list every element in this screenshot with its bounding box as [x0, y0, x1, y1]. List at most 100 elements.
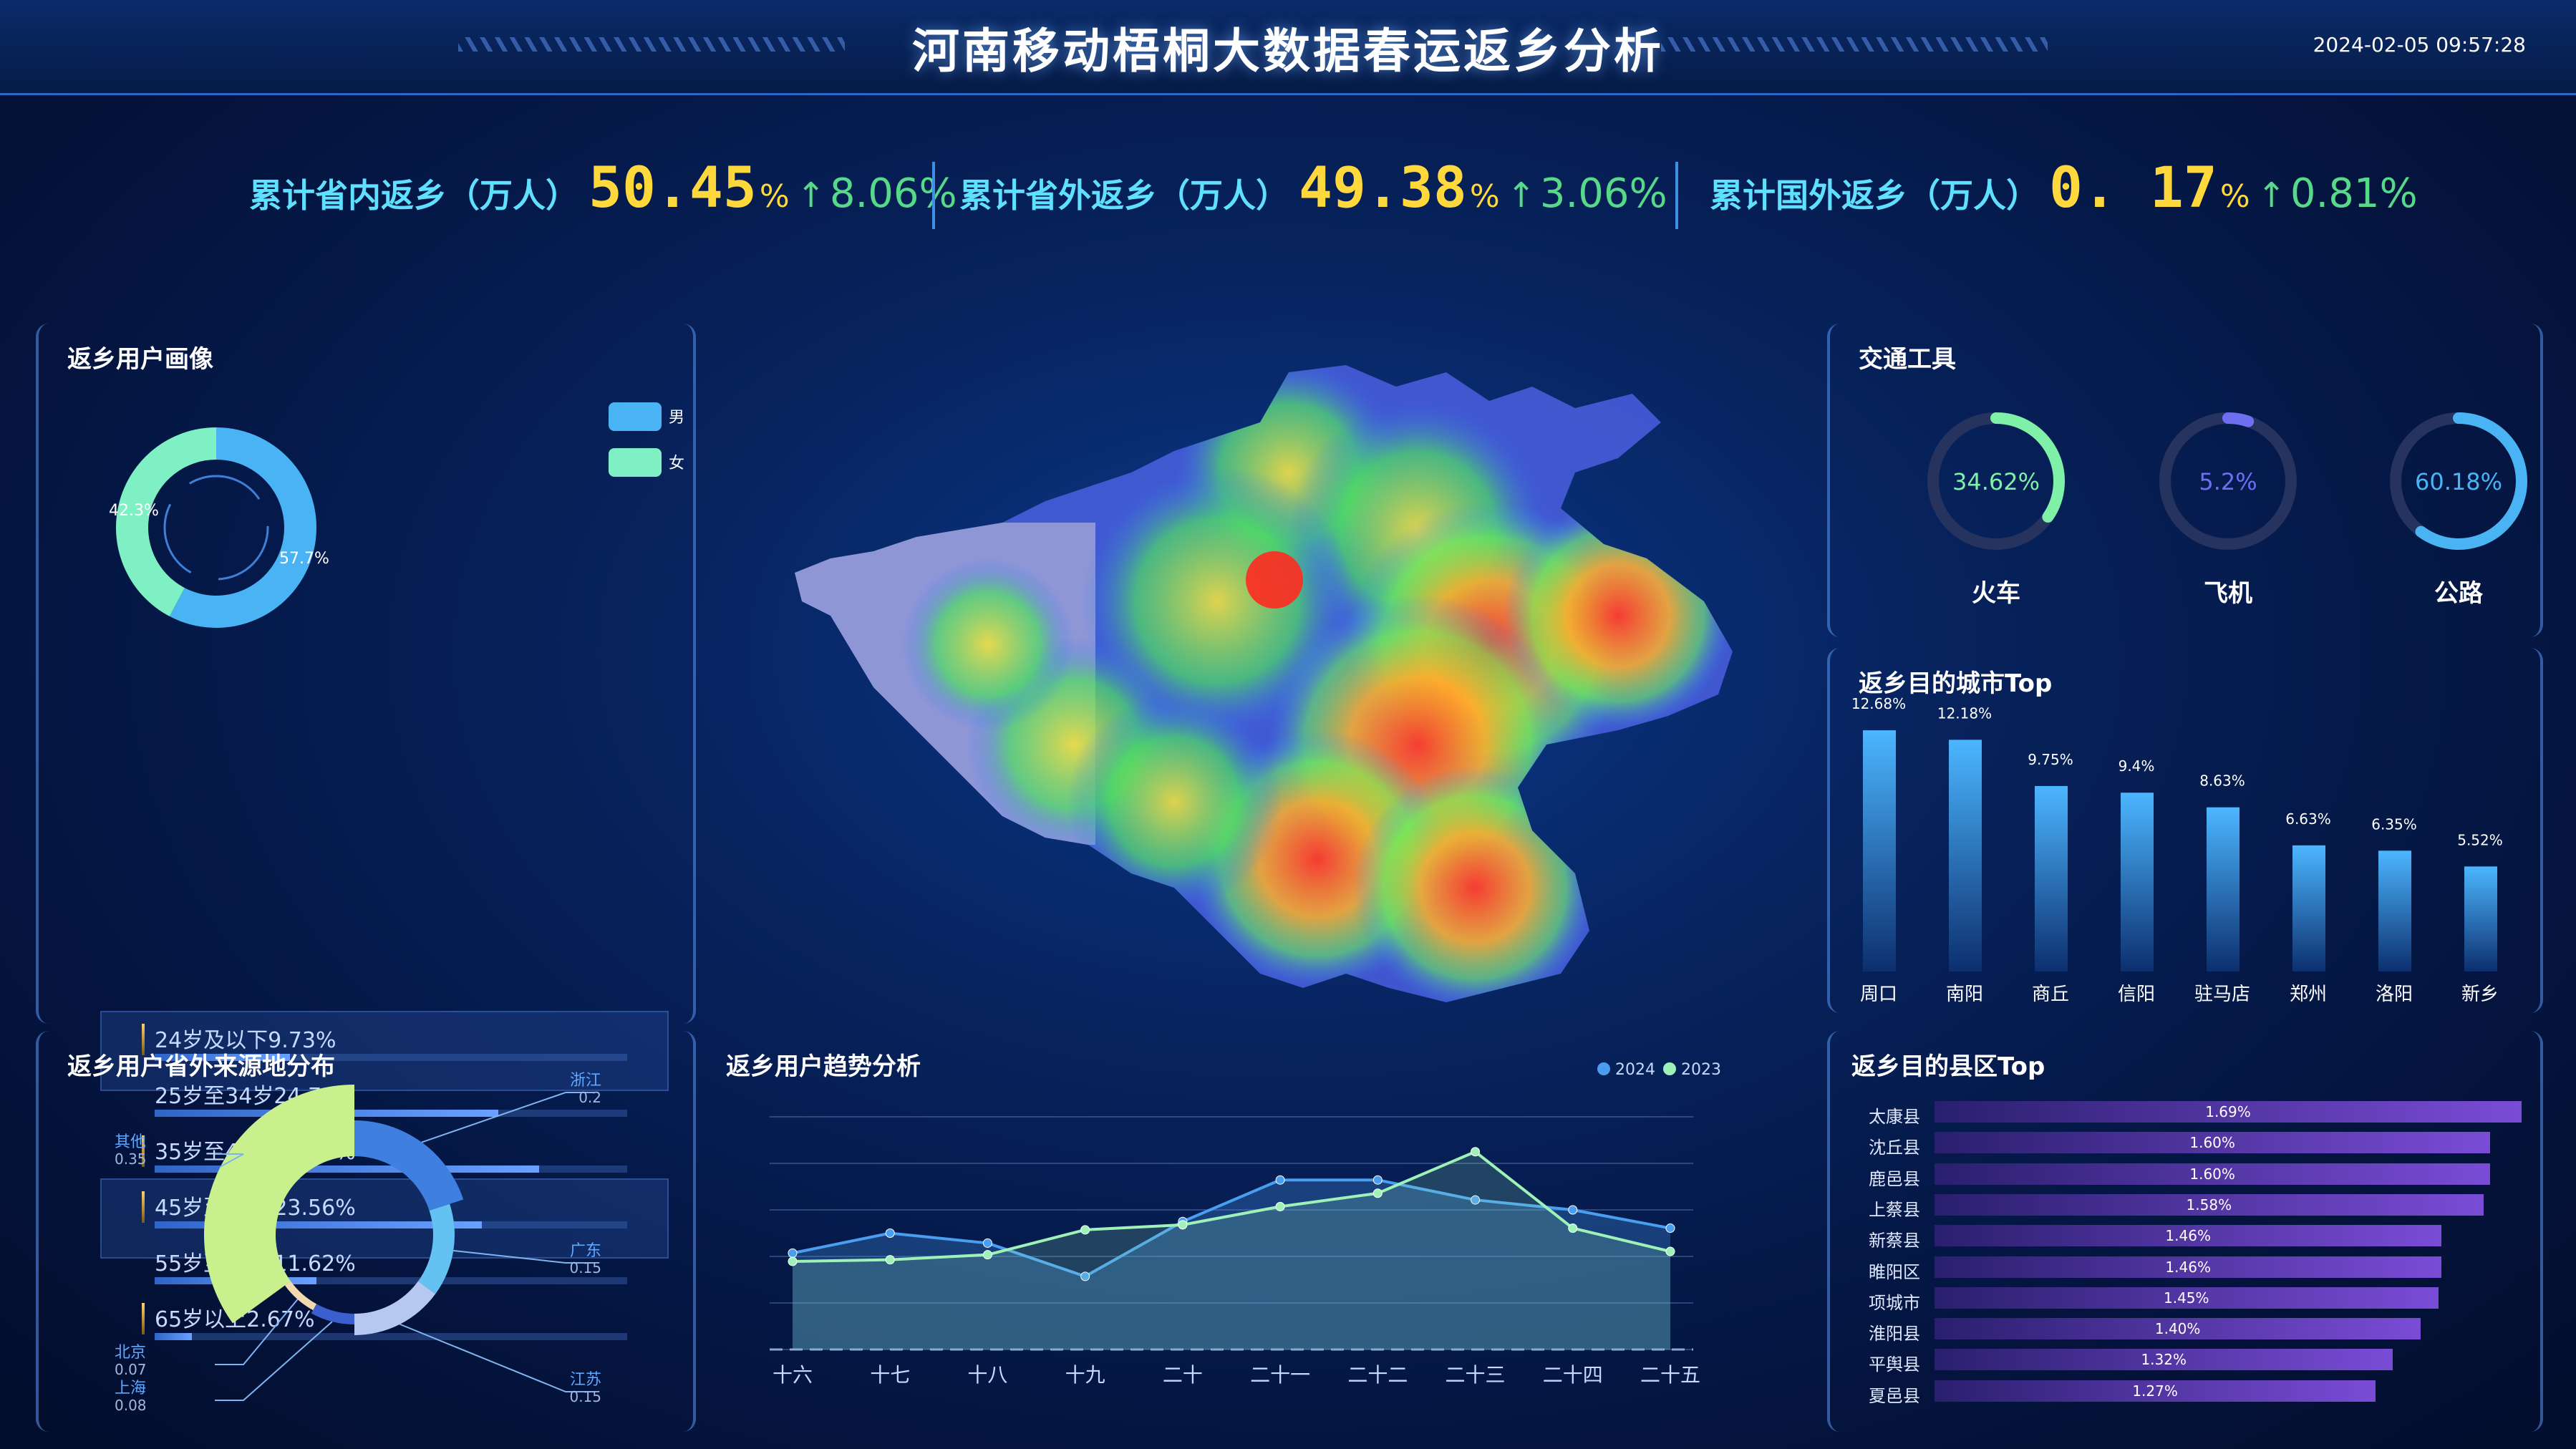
gauge-value: 60.18% [2415, 468, 2502, 495]
legend-dot [1663, 1062, 1676, 1075]
kpi-divider [1675, 162, 1678, 229]
city-value-label: 9.75% [2028, 751, 2073, 768]
arrow-up-icon: ↑ [2257, 175, 2286, 215]
kpi-label: 累计省内返乡（万人） [249, 176, 578, 215]
data-point [1568, 1223, 1578, 1234]
city-value-label: 9.4% [2119, 757, 2155, 775]
source-value: 0.2 [578, 1089, 601, 1106]
x-tick-label: 十九 [1065, 1363, 1105, 1387]
x-tick-label: 二十五 [1640, 1363, 1700, 1387]
gauge-label: 公路 [2434, 579, 2484, 608]
x-tick-label: 二十三 [1446, 1363, 1506, 1387]
x-tick-label: 二十 [1163, 1363, 1203, 1387]
city-value-label: 5.52% [2457, 831, 2503, 848]
data-point [885, 1228, 895, 1238]
city-bar [2292, 845, 2325, 971]
gender-slice [115, 427, 216, 616]
data-point [1372, 1188, 1383, 1198]
data-point [1665, 1246, 1675, 1256]
data-point [982, 1250, 992, 1260]
data-point [1275, 1175, 1285, 1185]
source-value: 0.08 [115, 1397, 147, 1414]
county-row: 沈丘县 1.60% [1869, 1132, 2513, 1158]
kpi-change: 3.06% [1539, 170, 1667, 217]
legend-label: 男 [669, 409, 684, 427]
source-label: 其他 [115, 1133, 146, 1151]
donut-inner-ring [163, 475, 269, 581]
county-row: 淮阳县 1.40% [1869, 1318, 2513, 1344]
data-point [788, 1248, 798, 1258]
county-value-label: 1.45% [2163, 1289, 2209, 1307]
city-name: 新乡 [2461, 984, 2499, 1005]
source-slice [284, 1281, 317, 1311]
legend-label: 女 [669, 455, 684, 472]
legend-swatch [609, 402, 662, 431]
kpi-inter-province: 累计省外返乡（万人） 49.38 % ↑ 3.06% [959, 156, 1667, 235]
county-value-label: 1.60% [2189, 1134, 2235, 1152]
kpi-divider [932, 162, 935, 229]
leader-line [400, 1323, 594, 1392]
gender-donut-chart: 57.7% 42.3% 男女 [109, 402, 684, 628]
source-label: 江苏 [570, 1371, 601, 1389]
page-title: 河南移动梧桐大数据春运返乡分析 [912, 24, 1664, 79]
city-name: 信阳 [2118, 984, 2155, 1005]
header-bar: 河南移动梧桐大数据春运返乡分析 2024-02-05 09:57:28 [0, 0, 2576, 95]
source-value: 0.15 [569, 1259, 601, 1276]
county-value-label: 1.58% [2186, 1196, 2232, 1213]
kpi-label: 累计国外返乡（万人） [1710, 176, 2039, 215]
data-point [982, 1238, 992, 1248]
county-name: 平舆县 [1869, 1354, 1920, 1375]
kpi-unit: % [1469, 178, 1500, 215]
gender-slice-label: 42.3% [109, 502, 159, 520]
source-label: 广东 [570, 1242, 601, 1260]
county-row: 新蔡县 1.46% [1869, 1225, 2513, 1251]
source-value: 0.35 [115, 1150, 147, 1168]
county-row: 太康县 1.69% [1869, 1101, 2522, 1127]
kpi-value: 49.38 [1299, 156, 1467, 220]
data-point [1275, 1201, 1285, 1211]
gauge-arc [1990, 412, 2065, 523]
city-bar [1863, 730, 1896, 971]
city-name: 驻马店 [2194, 984, 2250, 1005]
source-slice [417, 1203, 455, 1294]
legend-swatch [609, 448, 662, 477]
city-bar-chart: 12.68% 周口 12.18% 南阳 9.75% 商丘 9.4% 信阳 8.63% 驻马店 6.6… [1851, 695, 2503, 1005]
panel-trend-analysis: 返乡用户趋势分析 2024 2023 十六 十七 十八 十九 二十 二十一 二十二 二十三 二十四二… [709, 1031, 1768, 1432]
city-value-label: 12.68% [1851, 695, 1906, 712]
source-slice [354, 1281, 436, 1335]
kpi-value: 50.45 [589, 156, 757, 220]
source-slice [204, 1085, 354, 1324]
city-name: 商丘 [2032, 984, 2069, 1005]
leader-line [215, 1321, 333, 1401]
county-value-label: 1.60% [2189, 1165, 2235, 1183]
county-name: 淮阳县 [1869, 1324, 1920, 1344]
city-value-label: 12.18% [1937, 704, 1992, 722]
data-point [885, 1255, 895, 1265]
henan-heatmap [795, 365, 1733, 1002]
data-point [788, 1256, 798, 1266]
data-point [1080, 1225, 1090, 1235]
arrow-up-icon: ↑ [796, 175, 825, 215]
x-tick-label: 十六 [773, 1363, 813, 1387]
gauge-arc [2222, 412, 2255, 427]
county-row: 睢阳区 1.46% [1869, 1256, 2513, 1282]
data-point [1665, 1223, 1675, 1234]
kpi-unit: % [2219, 178, 2250, 215]
transport-gauges: 34.62% 火车 5.2% 飞机 60.18% 公路 [1927, 412, 2527, 608]
gauge-label: 飞机 [2204, 579, 2252, 608]
panel-transport: 交通工具 34.62% 火车 5.2% 飞机 60.18% 公路 [1827, 324, 2543, 637]
gender-slice-label: 57.7% [279, 550, 329, 568]
city-bar [2121, 793, 2154, 971]
data-point [1178, 1220, 1188, 1230]
county-value-label: 1.69% [2205, 1103, 2251, 1120]
county-name: 夏邑县 [1869, 1385, 1920, 1406]
city-name: 洛阳 [2376, 984, 2413, 1005]
city-bar [2378, 850, 2411, 971]
county-row: 鹿邑县 1.60% [1869, 1163, 2513, 1189]
county-row: 上蔡县 1.58% [1869, 1193, 2513, 1220]
data-point [1372, 1175, 1383, 1185]
county-row: 平舆县 1.32% [1869, 1349, 2513, 1375]
city-value-label: 8.63% [2199, 772, 2245, 790]
source-label: 浙江 [570, 1072, 601, 1090]
county-name: 新蔡县 [1869, 1231, 1920, 1251]
